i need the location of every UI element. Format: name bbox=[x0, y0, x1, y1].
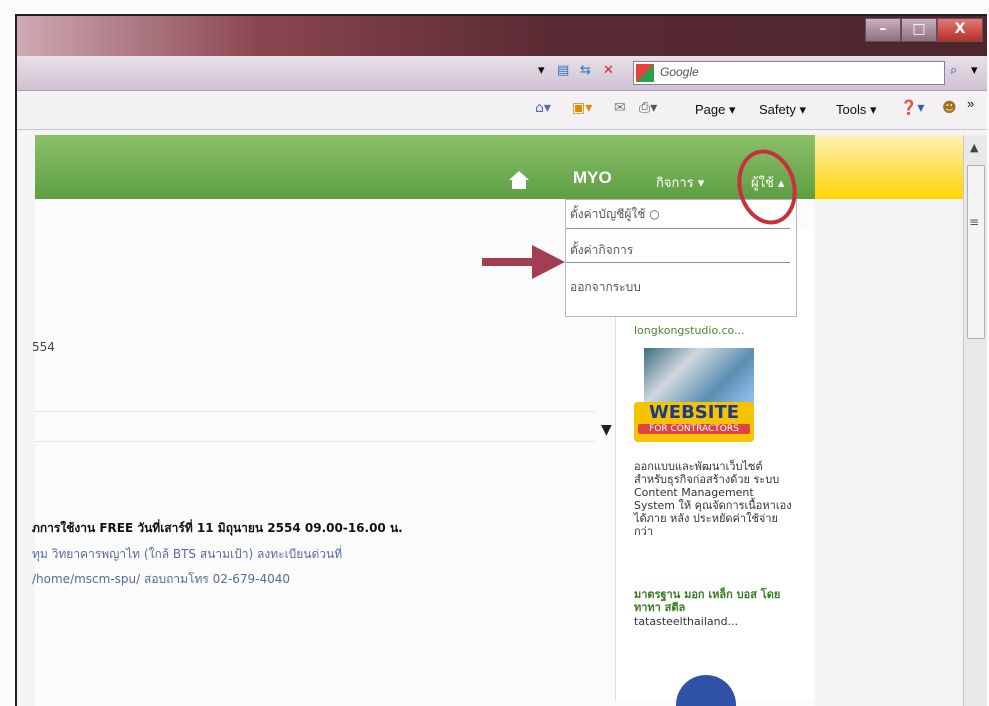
ad2-title[interactable]: มาตรฐาน มอก เหล็ก บอส โดย ทาทา สตีล bbox=[634, 588, 794, 614]
scroll-up-icon[interactable]: ▲ bbox=[970, 141, 978, 154]
website-badge: WEBSITE FOR CONTRACTORS bbox=[634, 402, 754, 442]
search-box[interactable]: Google bbox=[633, 61, 945, 85]
account-settings-item[interactable]: ตั้งค่าบัญชีผู้ใช้ ○ bbox=[570, 205, 660, 224]
page-menu[interactable]: Page ▾ bbox=[695, 102, 736, 118]
annotation-arrow-icon bbox=[532, 245, 565, 279]
command-bar: ⌂▾ ▣▾ ✉ ⎙▾ Page ▾ Safety ▾ Tools ▾ ❓▾ ☻ … bbox=[17, 91, 987, 130]
notice-line3: /home/mscm-spu/ สอบถามโทร 02-679-4040 bbox=[32, 572, 291, 586]
print-icon[interactable]: ⎙▾ bbox=[639, 100, 657, 116]
minimize-button[interactable]: – bbox=[865, 18, 901, 42]
annotation-arrow-shaft bbox=[482, 258, 532, 266]
website-image[interactable] bbox=[644, 348, 754, 408]
year-fragment: 554 bbox=[32, 340, 55, 354]
ad1-url[interactable]: longkongstudio.co... bbox=[634, 324, 745, 337]
tools-menu[interactable]: Tools ▾ bbox=[836, 102, 877, 118]
ad2-image[interactable] bbox=[676, 675, 736, 706]
browser-window: – □ X ▾ ▤ ⇆ ✕ Google ⌕ ▾ ⌂▾ ▣▾ ✉ ⎙▾ Page… bbox=[15, 14, 987, 706]
website-badge-sub: FOR CONTRACTORS bbox=[638, 424, 750, 434]
search-provider: Google bbox=[660, 65, 699, 79]
divider bbox=[35, 411, 595, 412]
google-logo-icon bbox=[636, 64, 654, 82]
logout-item[interactable]: ออกจากระบบ bbox=[570, 278, 641, 297]
search-options-icon[interactable]: ▾ bbox=[971, 63, 978, 78]
home-toolbar-icon[interactable]: ⌂▾ bbox=[535, 100, 551, 116]
close-button[interactable]: X bbox=[937, 18, 983, 42]
help-icon[interactable]: ❓▾ bbox=[900, 100, 924, 116]
notice-title: ภการใช้งาน FREE วันที่เสาร์ที่ 11 มิถุนา… bbox=[32, 521, 403, 535]
divider bbox=[35, 441, 595, 442]
scrollbar-thumb[interactable] bbox=[967, 165, 985, 339]
business-settings-item[interactable]: ตั้งค่ากิจการ bbox=[570, 241, 633, 260]
window-titlebar: – □ X bbox=[17, 16, 987, 56]
website-badge-title: WEBSITE bbox=[648, 402, 740, 423]
expand-arrow-icon[interactable]: ▼ bbox=[601, 422, 612, 438]
stop-icon[interactable]: ✕ bbox=[603, 63, 614, 78]
nav-business[interactable]: กิจการ ▾ bbox=[656, 172, 704, 193]
safety-menu[interactable]: Safety ▾ bbox=[759, 102, 806, 118]
home-svg-icon bbox=[509, 171, 529, 189]
window-controls: – □ X bbox=[865, 18, 983, 42]
scroll-grip-icon: ≡ bbox=[969, 215, 980, 229]
compatibility-icon[interactable]: ▤ bbox=[557, 63, 569, 78]
header-accent bbox=[815, 135, 963, 199]
maximize-button[interactable]: □ bbox=[901, 18, 937, 42]
page-scrollbar[interactable]: ▲ ≡ bbox=[963, 135, 987, 706]
separator bbox=[566, 228, 790, 229]
feeds-icon[interactable]: ▣▾ bbox=[572, 100, 592, 116]
more-tools-icon[interactable]: » bbox=[967, 96, 974, 111]
mail-icon[interactable]: ✉ bbox=[614, 100, 626, 116]
separator bbox=[566, 262, 790, 263]
site-logo[interactable]: MYO bbox=[573, 168, 612, 188]
notice-line2: ทุม วิทยาคารพญาไท (ใกล้ BTS สนามเป้า) ลง… bbox=[32, 547, 343, 561]
research-icon[interactable]: ☻ bbox=[942, 100, 957, 116]
ad1-description: ออกแบบและพัฒนาเว็บไซต์ สำหรับธุรกิจก่อสร… bbox=[634, 460, 792, 538]
address-bar: ▾ ▤ ⇆ ✕ Google ⌕ ▾ bbox=[17, 56, 987, 91]
search-icon[interactable]: ⌕ bbox=[950, 63, 957, 78]
ad2-url[interactable]: tatasteelthailand... bbox=[634, 615, 738, 628]
dropdown-icon[interactable]: ▾ bbox=[538, 63, 545, 78]
refresh-icon[interactable]: ⇆ bbox=[580, 63, 591, 78]
